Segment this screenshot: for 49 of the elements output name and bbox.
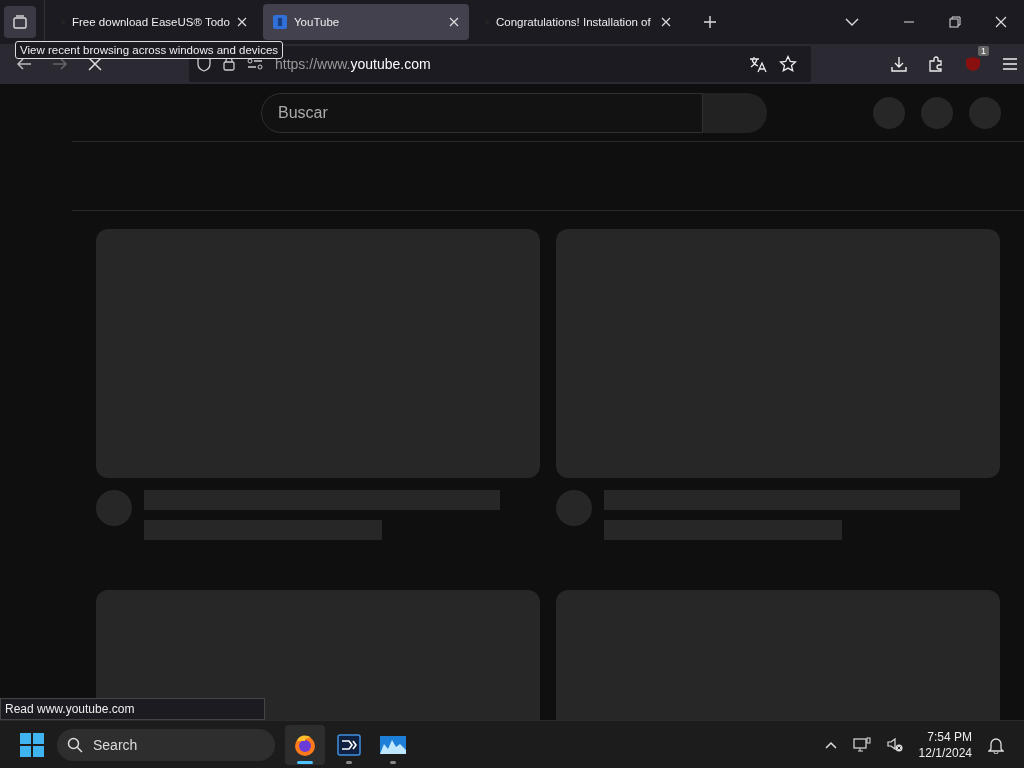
bookmark-star-icon[interactable] bbox=[779, 55, 797, 73]
extension-badge: 1 bbox=[978, 46, 989, 56]
clock-date[interactable]: 12/1/2024 bbox=[918, 744, 972, 761]
tab-list-icon[interactable] bbox=[845, 18, 859, 26]
skeleton-avatar bbox=[969, 96, 1001, 129]
skeleton-avatar bbox=[96, 490, 132, 526]
restore-icon[interactable] bbox=[949, 16, 961, 28]
skeleton-avatar bbox=[873, 96, 905, 129]
favicon-icon bbox=[273, 15, 287, 29]
close-icon[interactable] bbox=[995, 16, 1007, 28]
tab-title: Congratulations! Installation of bbox=[496, 16, 652, 28]
download-icon[interactable] bbox=[891, 56, 907, 72]
taskbar-app[interactable] bbox=[285, 724, 325, 765]
permissions-icon[interactable] bbox=[247, 57, 263, 71]
muted-speaker-icon[interactable] bbox=[886, 736, 903, 753]
tab-title: Free download EaseUS® Todo bbox=[72, 16, 230, 28]
bell-icon[interactable] bbox=[988, 735, 1004, 754]
close-icon[interactable] bbox=[449, 17, 459, 27]
clock-time[interactable]: 7:54 PM bbox=[927, 728, 972, 745]
skeleton-avatar bbox=[556, 490, 592, 526]
tabs-icon bbox=[12, 14, 28, 30]
puzzle-icon[interactable] bbox=[928, 56, 944, 72]
windows-logo-icon[interactable] bbox=[20, 732, 44, 757]
browser-tab[interactable]: YouTube bbox=[263, 4, 469, 40]
back-icon[interactable] bbox=[16, 56, 32, 72]
stop-icon[interactable] bbox=[88, 57, 102, 71]
taskbar-search-field[interactable]: Search bbox=[57, 728, 275, 761]
status-text: Read www.youtube.com bbox=[0, 698, 266, 720]
translate-icon[interactable] bbox=[749, 55, 767, 73]
browser-tab[interactable]: Congratulations! Installation of bbox=[475, 4, 681, 40]
lock-icon[interactable] bbox=[223, 57, 235, 71]
search-icon bbox=[67, 736, 83, 753]
browser-tab[interactable]: Free download EaseUS® Todo bbox=[51, 4, 257, 40]
url-text: https://www.youtube.com bbox=[275, 56, 432, 72]
forward-icon[interactable] bbox=[52, 56, 68, 72]
shield-icon[interactable] bbox=[197, 56, 211, 72]
video-search-field[interactable]: Buscar bbox=[261, 92, 703, 133]
close-icon[interactable] bbox=[661, 17, 671, 27]
network-icon[interactable] bbox=[852, 736, 871, 753]
recent-browsing-button[interactable] bbox=[4, 6, 36, 38]
skeleton-avatar bbox=[921, 96, 953, 129]
tab-title: YouTube bbox=[294, 16, 341, 28]
wave-chart-icon bbox=[380, 733, 406, 756]
new-tab-icon[interactable] bbox=[703, 15, 717, 29]
close-icon[interactable] bbox=[237, 17, 247, 27]
chevron-up-icon[interactable] bbox=[824, 740, 837, 749]
tooltip: View recent browsing across windows and devices bbox=[15, 41, 284, 59]
menu-icon[interactable] bbox=[1002, 57, 1018, 71]
arrow-box-icon bbox=[337, 732, 361, 757]
